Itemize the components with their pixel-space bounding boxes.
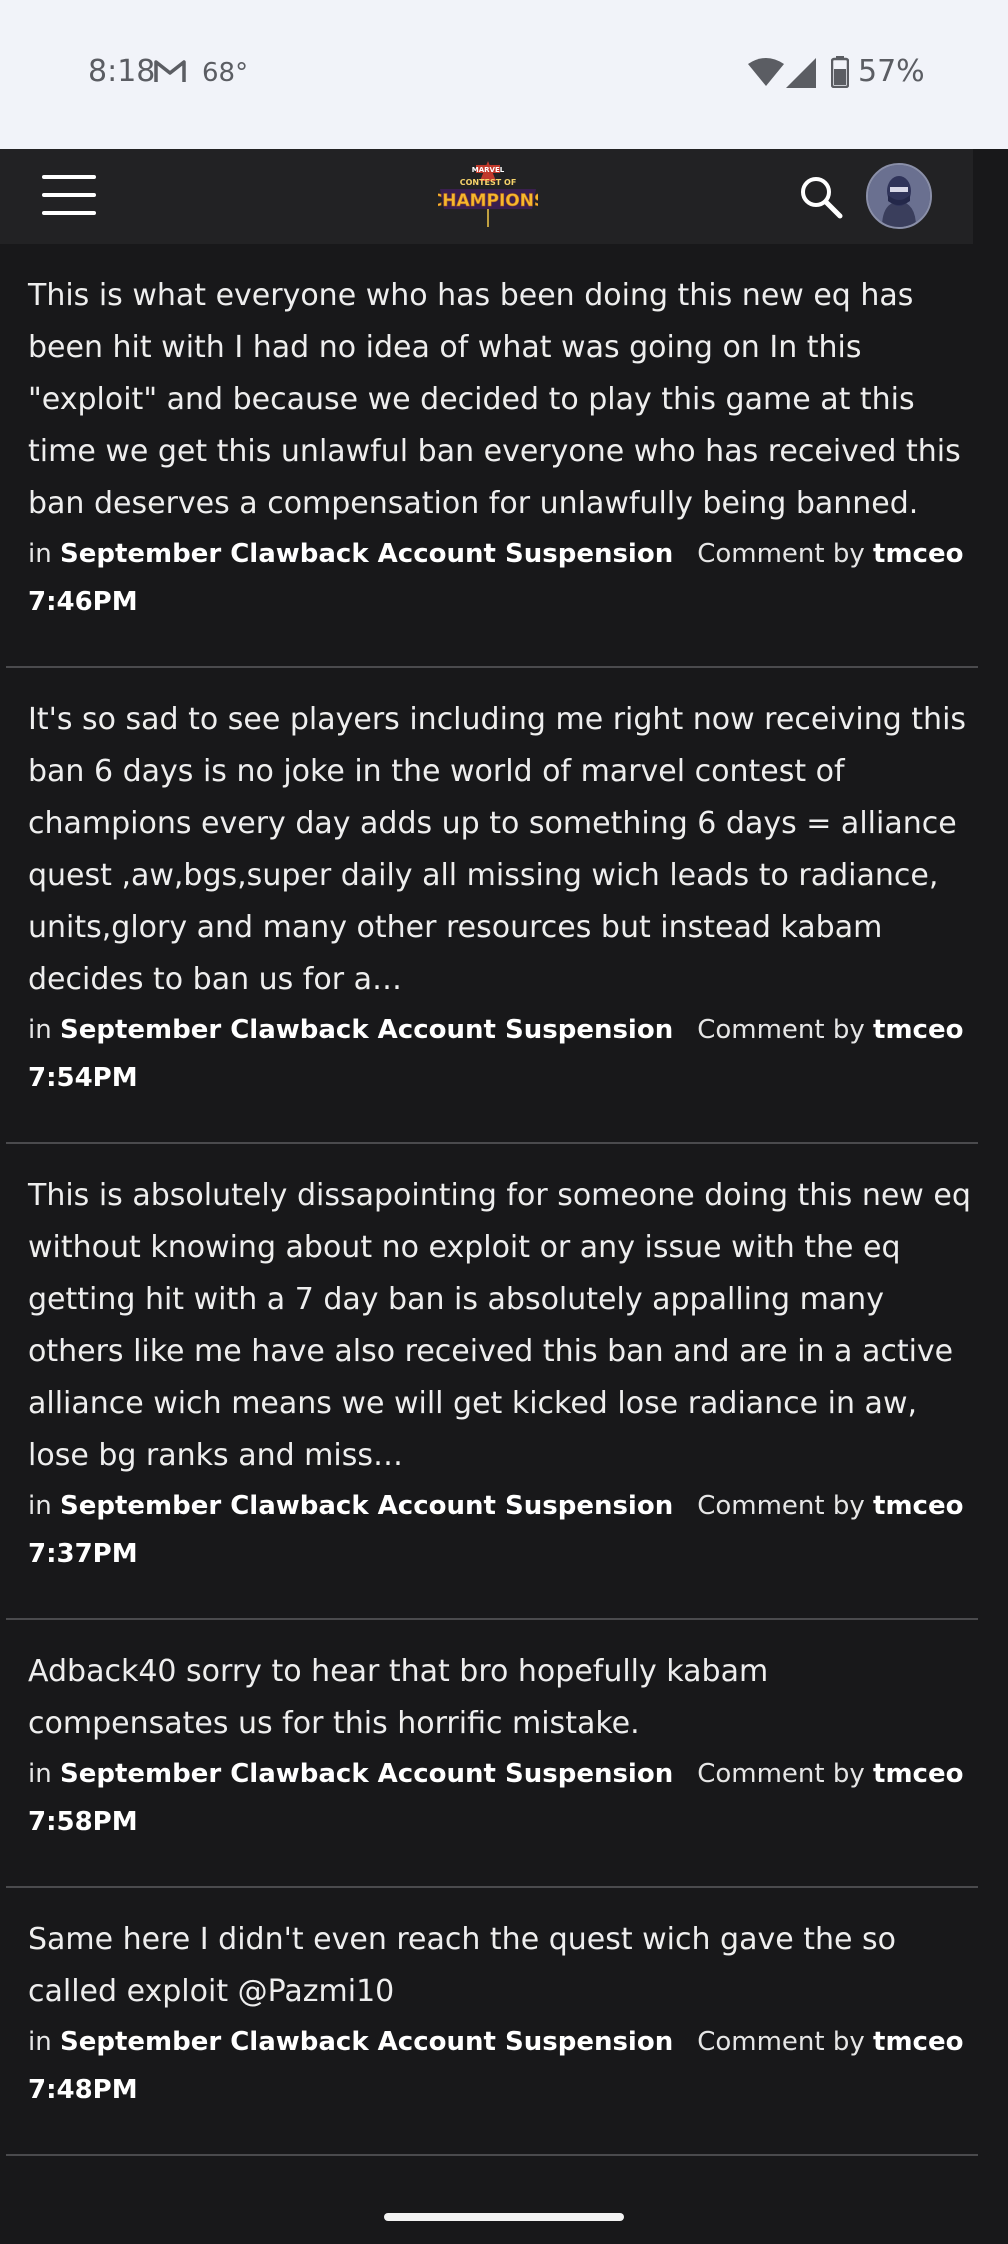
comment-time: 7:54PM	[28, 1063, 138, 1093]
logo-marvel-text: MARVEL	[472, 166, 505, 174]
comment-body: Same here I didn't even reach the quest …	[28, 1922, 896, 2009]
author-link[interactable]: tmceo	[873, 2027, 963, 2057]
user-avatar[interactable]	[866, 163, 932, 229]
comment-item[interactable]: It's so sad to see players including me …	[6, 668, 978, 1144]
cell-signal-icon	[786, 58, 816, 92]
comment-meta: in September Clawback Account Suspension…	[28, 2018, 978, 2066]
battery-icon	[830, 56, 850, 92]
comment-by-label: Comment by	[697, 1015, 865, 1045]
author-link[interactable]: tmceo	[873, 1491, 963, 1521]
comment-time: 7:37PM	[28, 1539, 138, 1569]
comment-item[interactable]: Adback40 sorry to hear that bro hopefull…	[6, 1620, 978, 1888]
comment-time: 7:58PM	[28, 1807, 138, 1837]
thread-link[interactable]: September Clawback Account Suspension	[60, 1759, 673, 1789]
in-label: in	[28, 539, 52, 569]
comment-meta: in September Clawback Account Suspension…	[28, 1006, 978, 1054]
comment-time: 7:46PM	[28, 587, 138, 617]
scrollbar[interactable]	[973, 244, 1008, 2244]
in-label: in	[28, 1015, 52, 1045]
hamburger-menu-icon[interactable]	[42, 175, 96, 219]
battery-percentage: 57%	[858, 54, 925, 89]
comment-feed: This is what everyone who has been doing…	[0, 244, 978, 2156]
author-link[interactable]: tmceo	[873, 1015, 963, 1045]
comment-body: Adback40 sorry to hear that bro hopefull…	[28, 1654, 769, 1741]
comment-by-label: Comment by	[697, 539, 865, 569]
top-nav-bar: MARVEL CONTEST OF CHAMPIONS	[0, 149, 973, 244]
comment-by-label: Comment by	[697, 1759, 865, 1789]
gmail-icon	[153, 58, 187, 88]
logo-contest-text: CONTEST OF	[460, 178, 517, 187]
comment-time: 7:48PM	[28, 2075, 138, 2105]
home-indicator[interactable]	[384, 2213, 624, 2221]
comment-meta: in September Clawback Account Suspension…	[28, 1750, 978, 1798]
comment-by-label: Comment by	[697, 1491, 865, 1521]
status-bar: 8:18 68° 57%	[0, 0, 1008, 149]
comment-meta: in September Clawback Account Suspension…	[28, 530, 978, 578]
thread-link[interactable]: September Clawback Account Suspension	[60, 539, 673, 569]
wifi-icon	[748, 58, 784, 90]
comment-item[interactable]: This is absolutely dissapointing for som…	[6, 1144, 978, 1620]
thread-link[interactable]: September Clawback Account Suspension	[60, 1015, 673, 1045]
status-time: 8:18	[88, 54, 156, 89]
thread-link[interactable]: September Clawback Account Suspension	[60, 1491, 673, 1521]
in-label: in	[28, 2027, 52, 2057]
author-link[interactable]: tmceo	[873, 539, 963, 569]
comment-body: It's so sad to see players including me …	[28, 702, 967, 997]
in-label: in	[28, 1491, 52, 1521]
thread-link[interactable]: September Clawback Account Suspension	[60, 2027, 673, 2057]
status-temperature: 68°	[202, 58, 249, 88]
comment-body: This is absolutely dissapointing for som…	[28, 1178, 971, 1473]
comment-item[interactable]: This is what everyone who has been doing…	[6, 244, 978, 668]
author-link[interactable]: tmceo	[873, 1759, 963, 1789]
comment-item[interactable]: Same here I didn't even reach the quest …	[6, 1888, 978, 2156]
comment-by-label: Comment by	[697, 2027, 865, 2057]
contest-of-champions-logo[interactable]: MARVEL CONTEST OF CHAMPIONS	[429, 161, 547, 229]
comment-meta: in September Clawback Account Suspension…	[28, 1482, 978, 1530]
in-label: in	[28, 1759, 52, 1789]
comment-body: This is what everyone who has been doing…	[28, 278, 961, 521]
search-icon[interactable]	[799, 175, 843, 219]
logo-champions-text: CHAMPIONS	[438, 191, 538, 211]
